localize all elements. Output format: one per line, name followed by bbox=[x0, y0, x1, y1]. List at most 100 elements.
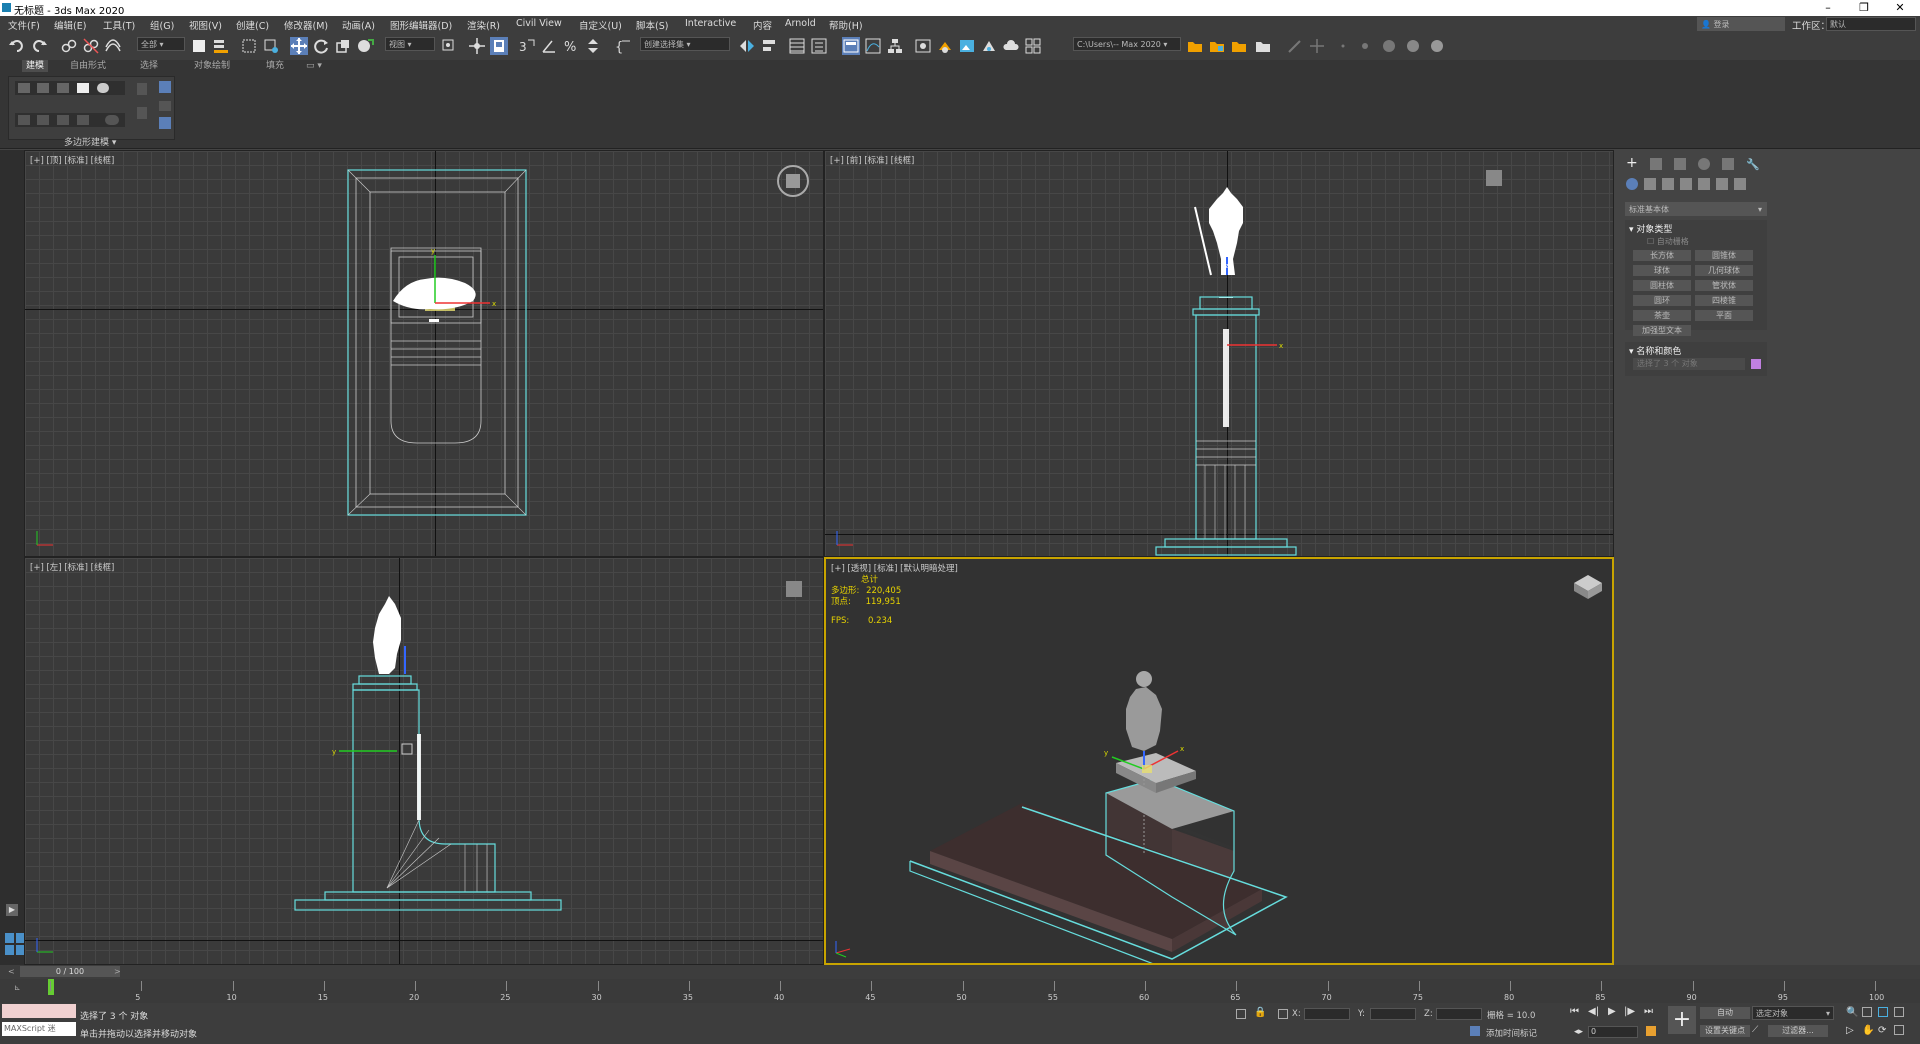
pyramid-button[interactable]: 四棱锥 bbox=[1695, 295, 1753, 306]
link-icon[interactable] bbox=[60, 37, 78, 55]
workspace-dropdown[interactable]: 默认 bbox=[1826, 17, 1916, 31]
isolate-selection-icon[interactable] bbox=[1236, 1009, 1246, 1019]
stack-icon-5[interactable] bbox=[105, 115, 119, 125]
stack-icon-4[interactable] bbox=[77, 115, 89, 125]
utilities-tab-icon[interactable]: 🔧 bbox=[1746, 158, 1760, 171]
object-name-field[interactable]: 选择了 3 个 对象 bbox=[1633, 358, 1745, 370]
zoom-icon[interactable]: 🔍 bbox=[1846, 1007, 1858, 1018]
reference-coordinate-dropdown[interactable]: 视图 ▾ bbox=[385, 37, 435, 51]
menu-arnold[interactable]: Arnold bbox=[785, 18, 816, 29]
menu-civil-view[interactable]: Civil View bbox=[516, 18, 562, 29]
edit-named-selection-icon[interactable]: { bbox=[614, 37, 632, 55]
stack-icon-2[interactable] bbox=[37, 115, 49, 125]
curve-editor-icon[interactable] bbox=[864, 37, 882, 55]
orbit-icon[interactable]: ⟳ bbox=[1878, 1025, 1886, 1036]
menu-rendering[interactable]: 渲染(R) bbox=[467, 18, 500, 32]
tab-object-paint[interactable]: 对象绘制 bbox=[194, 60, 230, 72]
crosshair-icon[interactable] bbox=[1308, 37, 1326, 55]
goto-end-icon[interactable]: ⏭ bbox=[1644, 1006, 1653, 1017]
menu-animation[interactable]: 动画(A) bbox=[342, 18, 375, 32]
zoom-all-icon[interactable] bbox=[1862, 1007, 1872, 1017]
render-cloud-icon[interactable] bbox=[1002, 37, 1020, 55]
cone-button[interactable]: 圆锥体 bbox=[1695, 250, 1753, 261]
set-project-folder-icon[interactable] bbox=[1230, 37, 1248, 55]
rect-selection-region-icon[interactable] bbox=[240, 37, 258, 55]
goto-start-icon[interactable]: ⏮ bbox=[1570, 1006, 1579, 1017]
systems-icon[interactable] bbox=[1734, 178, 1746, 190]
box-button[interactable]: 长方体 bbox=[1633, 250, 1691, 261]
project-folder-dropdown[interactable]: C:\Users\-- Max 2020 ▾ bbox=[1073, 37, 1181, 51]
menu-content[interactable]: 内容 bbox=[753, 18, 772, 32]
current-frame-field[interactable]: 0 bbox=[1588, 1026, 1638, 1038]
menu-edit[interactable]: 编辑(E) bbox=[54, 18, 86, 32]
key-selection-dropdown[interactable]: 选定对象 ▾ bbox=[1752, 1006, 1834, 1020]
current-frame-marker[interactable] bbox=[48, 979, 54, 995]
viewcube-persp-icon[interactable] bbox=[1570, 571, 1606, 603]
menu-customize[interactable]: 自定义(U) bbox=[579, 18, 622, 32]
time-prev-icon[interactable]: < bbox=[8, 967, 15, 976]
percent-snap-icon[interactable]: % bbox=[562, 37, 580, 55]
torus-button[interactable]: 圆环 bbox=[1633, 295, 1691, 306]
cameras-icon[interactable] bbox=[1680, 178, 1692, 190]
polygon-icon[interactable] bbox=[77, 83, 89, 93]
object-type-header[interactable]: ▾ 对象类型 bbox=[1629, 222, 1672, 235]
select-by-name-icon[interactable] bbox=[212, 37, 230, 55]
select-and-rotate-icon[interactable] bbox=[312, 37, 330, 55]
mirror-icon[interactable] bbox=[738, 37, 756, 55]
z-coordinate-field[interactable] bbox=[1436, 1008, 1482, 1020]
spinner-snap-icon[interactable] bbox=[584, 37, 602, 55]
display-tab-icon[interactable] bbox=[1722, 158, 1734, 170]
menu-help[interactable]: 帮助(H) bbox=[829, 18, 863, 32]
add-time-tag-label[interactable]: 添加时间标记 bbox=[1486, 1027, 1537, 1039]
tab-selection[interactable]: 选择 bbox=[140, 60, 158, 72]
viewcube-left-icon[interactable] bbox=[781, 576, 807, 602]
ribbon-blue-button-2[interactable] bbox=[159, 117, 171, 129]
element-icon[interactable] bbox=[97, 83, 109, 93]
lock-icon[interactable]: 🔒 bbox=[1254, 1007, 1266, 1018]
maxscript-mini-listener[interactable]: MAXScript 迷 bbox=[2, 1022, 76, 1036]
asset-tracking-icon[interactable] bbox=[1254, 37, 1272, 55]
material-editor-icon[interactable] bbox=[914, 37, 932, 55]
select-and-place-icon[interactable] bbox=[356, 37, 374, 55]
geometry-icon[interactable] bbox=[1626, 178, 1638, 190]
menu-create[interactable]: 创建(C) bbox=[236, 18, 269, 32]
render-setup-icon[interactable] bbox=[936, 37, 954, 55]
autogrid-checkbox[interactable]: ☐ 自动栅格 bbox=[1647, 236, 1689, 247]
align-icon[interactable] bbox=[760, 37, 778, 55]
steeringwheel-icon[interactable] bbox=[775, 163, 811, 199]
vertex-icon[interactable] bbox=[18, 83, 30, 93]
account-dropdown[interactable]: 👤 登录 bbox=[1697, 17, 1785, 31]
menu-modifiers[interactable]: 修改器(M) bbox=[284, 18, 328, 32]
motion-tab-icon[interactable] bbox=[1698, 158, 1710, 170]
object-category-dropdown[interactable]: 标准基本体 ▾ bbox=[1625, 202, 1767, 216]
select-manipulate-icon[interactable] bbox=[468, 37, 486, 55]
ribbon-options-icon[interactable]: ▭ ▾ bbox=[306, 60, 322, 72]
menu-graph-editors[interactable]: 图形编辑器(D) bbox=[390, 18, 452, 32]
ribbon-small-button-3[interactable] bbox=[159, 101, 171, 111]
window-crossing-icon[interactable] bbox=[262, 37, 280, 55]
auto-key-button[interactable]: 自动 bbox=[1700, 1007, 1750, 1019]
create-tab-icon[interactable]: + bbox=[1626, 156, 1640, 170]
key-tangent-icon[interactable]: ⟋ bbox=[1752, 1025, 1758, 1035]
zoom-extents-all-icon[interactable] bbox=[1894, 1007, 1904, 1017]
close-button[interactable]: ✕ bbox=[1882, 0, 1918, 16]
select-and-move-icon[interactable] bbox=[290, 37, 308, 55]
spacewarps-icon[interactable] bbox=[1716, 178, 1728, 190]
viewcube-front-icon[interactable] bbox=[1481, 165, 1507, 191]
toggle-ribbon-icon[interactable] bbox=[842, 37, 860, 55]
selection-filter-dropdown[interactable]: 全部 ▾ bbox=[137, 37, 185, 51]
rendered-frame-window-icon[interactable] bbox=[958, 37, 976, 55]
time-slider[interactable]: < 0 / 100 > bbox=[0, 965, 1920, 979]
snaps-toggle-icon[interactable]: 3 bbox=[518, 37, 536, 55]
maximize-button[interactable]: ❐ bbox=[1846, 0, 1882, 16]
teapot-button[interactable]: 茶壶 bbox=[1633, 310, 1691, 321]
sphere-button[interactable]: 球体 bbox=[1633, 265, 1691, 276]
key-mode-icon[interactable]: ◂▸ bbox=[1574, 1027, 1583, 1037]
scene-explorer-icon[interactable] bbox=[788, 37, 806, 55]
menu-scripting[interactable]: 脚本(S) bbox=[636, 18, 668, 32]
dot-medium-icon[interactable] bbox=[1356, 37, 1374, 55]
bind-spacewarp-icon[interactable] bbox=[104, 37, 122, 55]
time-next-icon[interactable]: > bbox=[114, 967, 121, 976]
open-explorer-icon[interactable] bbox=[1186, 37, 1204, 55]
prev-frame-icon[interactable]: ◀| bbox=[1588, 1006, 1599, 1017]
